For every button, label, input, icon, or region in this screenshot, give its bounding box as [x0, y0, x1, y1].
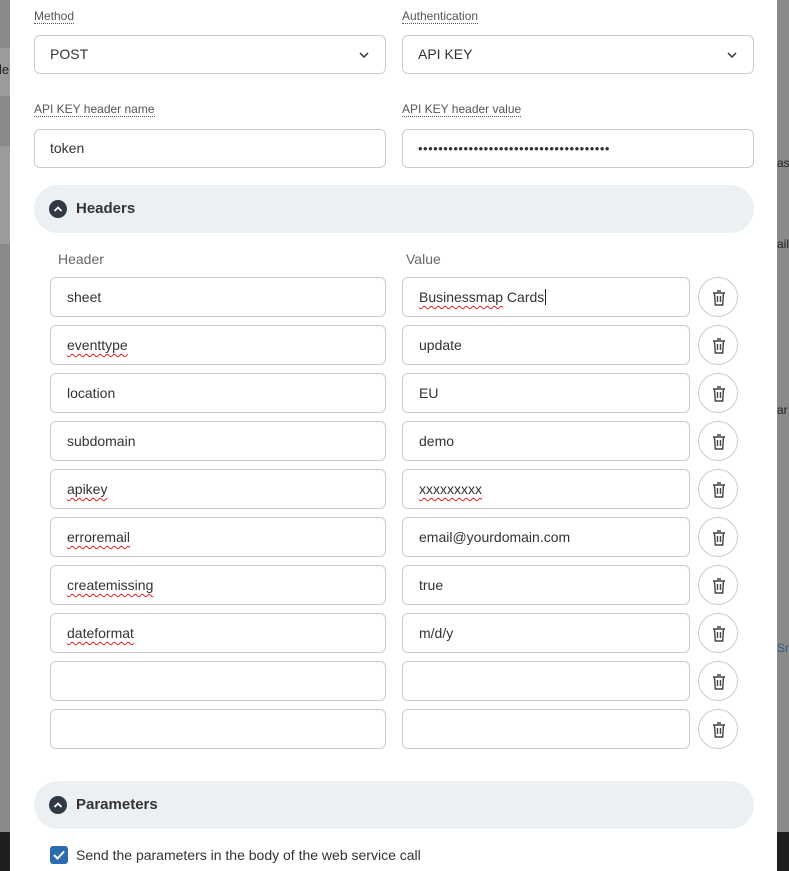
delete-header-button[interactable]: [698, 373, 738, 413]
background-right-strip: ask ails ar Sn: [777, 0, 789, 871]
header-key-input[interactable]: subdomain: [50, 421, 386, 461]
headers-section-toggle[interactable]: Headers: [34, 185, 754, 233]
webservice-modal: Method POST Authentication API KEY API K…: [10, 0, 777, 871]
delete-header-button[interactable]: [698, 277, 738, 317]
header-key-input[interactable]: erroremail: [50, 517, 386, 557]
header-key-text: erroremail: [67, 529, 131, 545]
background-text: ask: [777, 156, 789, 170]
background-text: ar: [777, 403, 788, 417]
api-key-value-input[interactable]: ••••••••••••••••••••••••••••••••••••••: [402, 129, 754, 168]
trash-icon: [713, 434, 725, 450]
background-left-strip: le: [0, 0, 10, 871]
header-value-input[interactable]: [402, 709, 690, 749]
api-key-value-masked: ••••••••••••••••••••••••••••••••••••••: [418, 141, 610, 156]
header-key-text: sheet: [67, 289, 102, 305]
header-value-input[interactable]: email@yourdomain.com: [402, 517, 690, 557]
headers-section-title: Headers: [76, 200, 136, 217]
trash-icon: [713, 482, 725, 498]
text-caret: [545, 289, 547, 305]
header-key-input[interactable]: location: [50, 373, 386, 413]
header-key-input[interactable]: [50, 661, 386, 701]
trash-icon: [713, 290, 725, 306]
send-params-in-body-label[interactable]: Send the parameters in the body of the w…: [76, 847, 421, 863]
method-select[interactable]: POST: [34, 35, 386, 74]
delete-header-button[interactable]: [698, 613, 738, 653]
header-value-text: email@yourdomain.com: [419, 529, 571, 545]
api-key-name-input[interactable]: token: [34, 129, 386, 168]
header-value-input[interactable]: update: [402, 325, 690, 365]
header-key-text: createmissing: [67, 577, 154, 593]
authentication-select[interactable]: API KEY: [402, 35, 754, 74]
delete-header-button[interactable]: [698, 709, 738, 749]
delete-header-button[interactable]: [698, 469, 738, 509]
header-key-text: apikey: [67, 481, 108, 497]
delete-header-button[interactable]: [698, 517, 738, 557]
header-value-text: update: [419, 337, 462, 353]
parameters-section-title: Parameters: [76, 796, 158, 813]
header-key-input[interactable]: sheet: [50, 277, 386, 317]
delete-header-button[interactable]: [698, 325, 738, 365]
header-value-text: demo: [419, 433, 455, 449]
background-text: le: [0, 62, 10, 77]
background-footer: [777, 832, 789, 871]
header-key-text: location: [67, 385, 116, 401]
delete-header-button[interactable]: [698, 565, 738, 605]
authentication-label: Authentication: [402, 9, 479, 24]
delete-header-button[interactable]: [698, 421, 738, 461]
header-value-text: Businessmap Cards: [419, 289, 545, 305]
header-key-input[interactable]: eventtype: [50, 325, 386, 365]
header-value-input[interactable]: true: [402, 565, 690, 605]
header-key-input[interactable]: dateformat: [50, 613, 386, 653]
method-value: POST: [50, 46, 89, 62]
chevron-up-icon: [49, 796, 67, 814]
header-key-input[interactable]: createmissing: [50, 565, 386, 605]
api-key-name-value: token: [50, 140, 85, 156]
header-key-input[interactable]: apikey: [50, 469, 386, 509]
delete-header-button[interactable]: [698, 661, 738, 701]
send-params-in-body-checkbox[interactable]: [50, 846, 68, 864]
trash-icon: [713, 530, 725, 546]
method-label: Method: [34, 9, 75, 24]
header-value-text: true: [419, 577, 444, 593]
header-value-input[interactable]: demo: [402, 421, 690, 461]
header-value-input[interactable]: Businessmap Cards: [402, 277, 690, 317]
chevron-up-icon: [49, 200, 67, 218]
header-key-text: subdomain: [67, 433, 136, 449]
header-value-input[interactable]: xxxxxxxxx: [402, 469, 690, 509]
chevron-down-icon: [727, 52, 737, 59]
trash-icon: [713, 338, 725, 354]
background-text: ails: [777, 237, 789, 251]
header-column-label: Header: [58, 251, 104, 267]
trash-icon: [713, 674, 725, 690]
header-key-text: eventtype: [67, 337, 128, 353]
header-value-input[interactable]: m/d/y: [402, 613, 690, 653]
chevron-down-icon: [359, 52, 369, 59]
header-value-text: xxxxxxxxx: [419, 481, 482, 497]
authentication-value: API KEY: [418, 46, 473, 62]
header-value-text: EU: [419, 385, 439, 401]
parameters-section-toggle[interactable]: Parameters: [34, 781, 754, 829]
trash-icon: [713, 722, 725, 738]
api-key-value-label: API KEY header value: [402, 102, 522, 117]
header-key-input[interactable]: [50, 709, 386, 749]
background-link: Sn: [777, 641, 789, 655]
header-value-text: m/d/y: [419, 625, 454, 641]
header-value-input[interactable]: EU: [402, 373, 690, 413]
header-key-text: dateformat: [67, 625, 134, 641]
header-value-input[interactable]: [402, 661, 690, 701]
trash-icon: [713, 578, 725, 594]
api-key-name-label: API KEY header name: [34, 102, 155, 117]
background-footer: [0, 832, 10, 871]
trash-icon: [713, 626, 725, 642]
check-icon: [53, 850, 65, 860]
value-column-label: Value: [406, 251, 441, 267]
trash-icon: [713, 386, 725, 402]
